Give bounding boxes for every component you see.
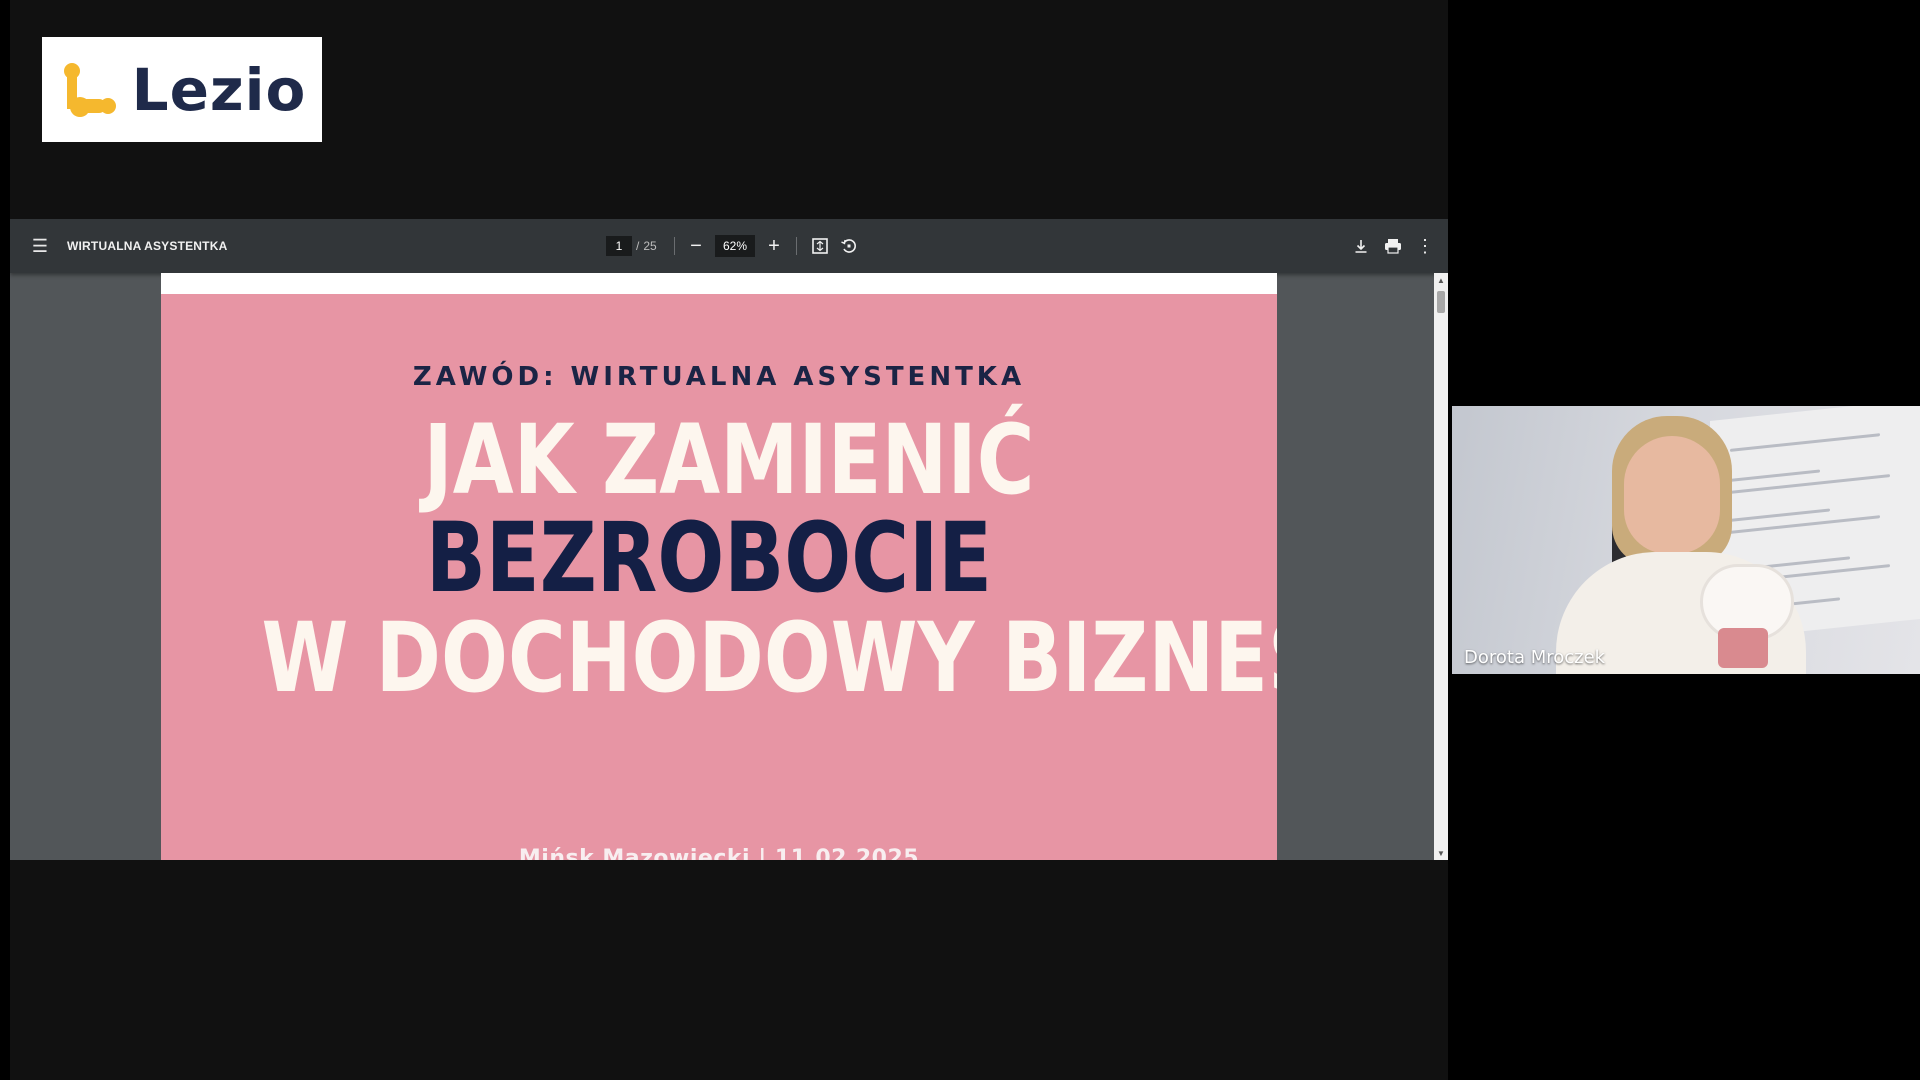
zoom-out-icon: − [690, 234, 702, 257]
title-slide: ZAWÓD: WIRTUALNA ASYSTENTKA JAK ZAMIENIĆ… [161, 294, 1277, 860]
slide-headline-line-1: JAK ZAMIENIĆ [423, 404, 1035, 516]
page-separator: / [636, 239, 640, 253]
toolbar-divider [674, 237, 675, 255]
scrollbar-thumb[interactable] [1437, 291, 1445, 313]
menu-icon: ☰ [31, 235, 49, 256]
slide-kicker: ZAWÓD: WIRTUALNA ASYSTENTKA [412, 362, 1026, 392]
logo-mark-icon [63, 62, 116, 117]
zoom-in-icon: + [768, 234, 780, 257]
rotate-button[interactable] [838, 219, 860, 273]
scroll-down-arrow-icon[interactable]: ▼ [1434, 846, 1448, 860]
zoom-in-button[interactable]: + [763, 219, 785, 273]
pdf-viewer: ☰ WIRTUALNA ASYSTENTKA / 25 − + [10, 219, 1448, 860]
pdf-toolbar: ☰ WIRTUALNA ASYSTENTKA / 25 − + [10, 219, 1448, 273]
slide-footer: Mińsk Mazowiecki | 11.02.2025 [518, 846, 920, 860]
zoom-level-input[interactable] [715, 235, 755, 257]
held-object-base [1718, 628, 1768, 668]
page-number-input[interactable] [606, 236, 632, 256]
participant-face [1624, 436, 1720, 554]
participant-name-label: Dorota Mroczek [1464, 647, 1606, 668]
print-button[interactable] [1382, 219, 1404, 273]
download-icon [1355, 240, 1367, 253]
more-vert-icon: ⋮ [1416, 235, 1434, 256]
fit-to-page-button[interactable] [809, 219, 831, 273]
menu-button[interactable]: ☰ [28, 219, 52, 273]
print-icon [1385, 239, 1401, 254]
pdf-page: ZAWÓD: WIRTUALNA ASYSTENTKA JAK ZAMIENIĆ… [161, 273, 1277, 860]
download-button[interactable] [1350, 219, 1372, 273]
slide-headline-line-3: W DOCHODOWY BIZNES? [261, 602, 1277, 714]
page-indicator: / 25 [606, 219, 657, 273]
logo-wordmark: Lezio [131, 55, 307, 124]
document-title: WIRTUALNA ASYSTENTKA [67, 239, 228, 253]
scroll-up-arrow-icon[interactable]: ▲ [1434, 273, 1448, 287]
rotate-icon [841, 239, 856, 253]
brand-logo: Lezio [42, 37, 322, 142]
participant-video-tile[interactable]: Dorota Mroczek [1452, 406, 1920, 674]
zoom-out-button[interactable]: − [685, 219, 707, 273]
more-options-button[interactable]: ⋮ [1416, 219, 1434, 273]
page-total: 25 [643, 239, 657, 253]
vertical-scrollbar[interactable]: ▲ ▼ [1434, 273, 1448, 860]
slide-headline-line-2: BEZROBOCIE [425, 502, 993, 614]
toolbar-divider [796, 237, 797, 255]
fit-page-icon [812, 238, 828, 254]
